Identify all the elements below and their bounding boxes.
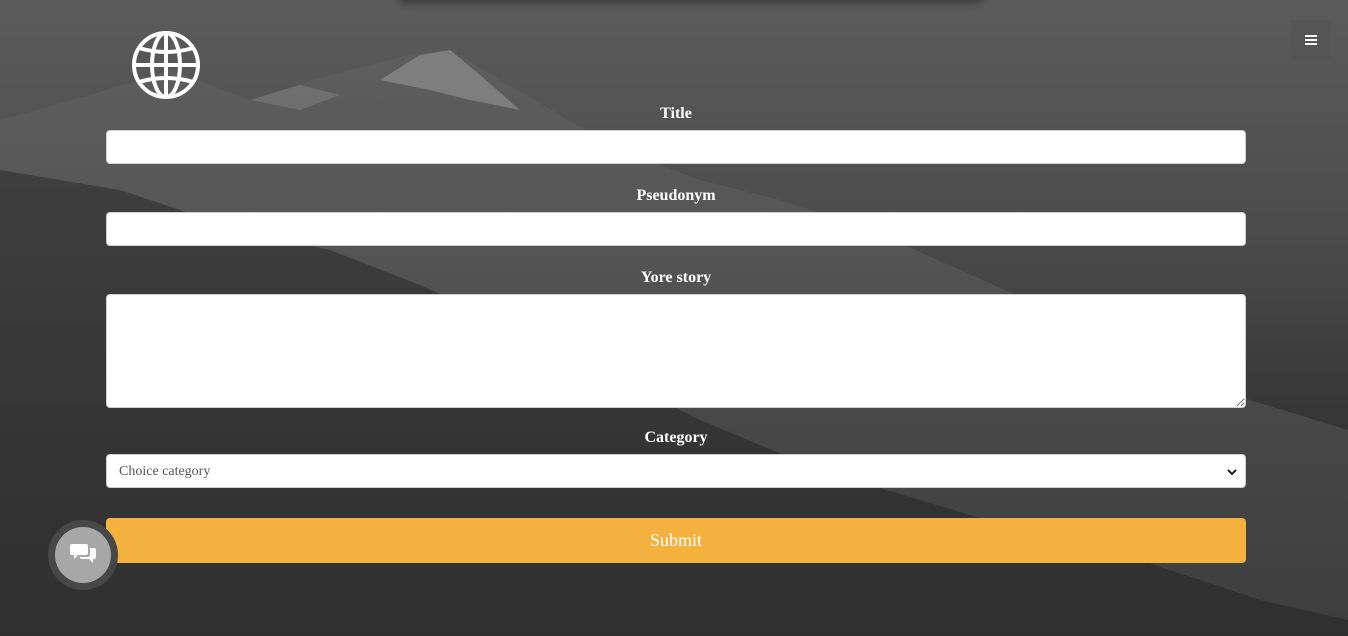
title-input[interactable] — [106, 130, 1246, 164]
story-label: Yore story — [640, 269, 712, 286]
title-label: Title — [660, 105, 692, 122]
category-select-wrapper: Choice category — [106, 454, 1246, 488]
hamburger-menu-icon — [1305, 33, 1317, 48]
chat-widget-inner — [55, 527, 111, 583]
menu-button[interactable] — [1291, 20, 1331, 60]
category-label: Category — [644, 429, 708, 446]
category-select[interactable]: Choice category — [106, 454, 1246, 488]
submit-button[interactable]: Submit — [106, 518, 1246, 563]
globe-icon[interactable] — [131, 30, 201, 100]
pseudonym-input[interactable] — [106, 212, 1246, 246]
story-form: Title Pseudonym Yore story Category Choi… — [106, 104, 1246, 563]
story-textarea[interactable] — [106, 294, 1246, 408]
chat-widget-button[interactable] — [48, 520, 118, 590]
pseudonym-label: Pseudonym — [636, 187, 716, 204]
chat-bubbles-icon — [70, 542, 96, 569]
